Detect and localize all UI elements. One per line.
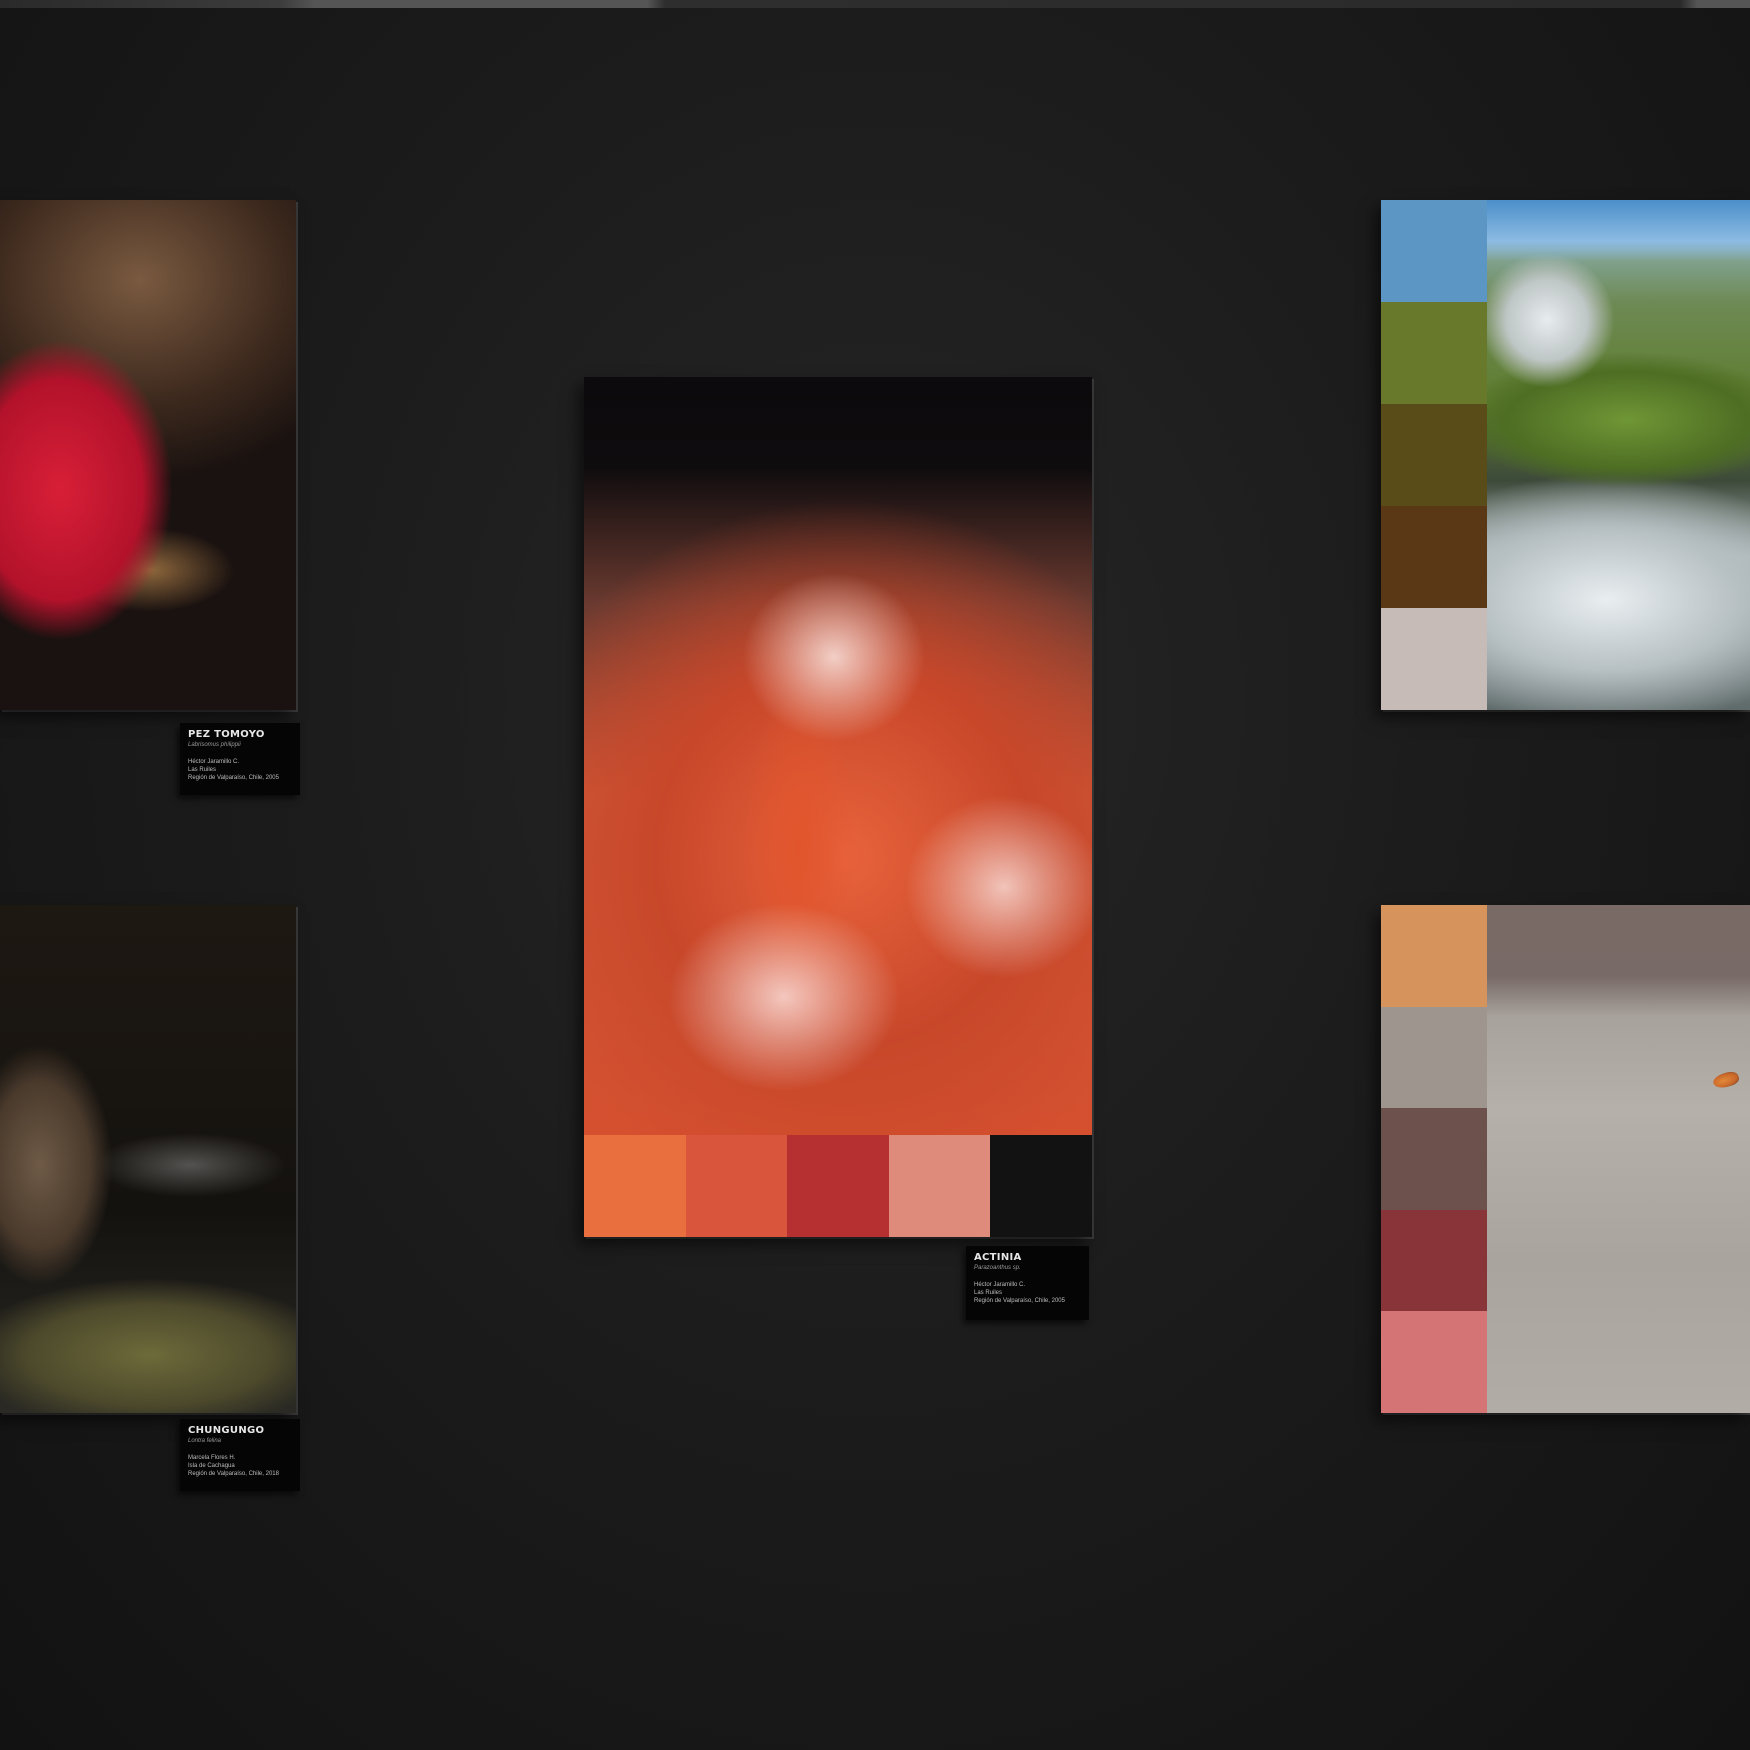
palette-swatch bbox=[1381, 905, 1487, 1007]
label-line: Marcela Flores H. bbox=[188, 1455, 236, 1461]
palette-swatch bbox=[787, 1135, 889, 1237]
photo-flamingo bbox=[1487, 905, 1750, 1413]
artwork-chungungo bbox=[0, 905, 296, 1413]
label-chungungo: CHUNGUNGO Lontra felina Marcela Flores H… bbox=[180, 1419, 300, 1491]
label-actinia: ACTINIA Parazoanthus sp. Héctor Jaramill… bbox=[966, 1246, 1089, 1320]
flamingo-bird bbox=[1711, 1069, 1741, 1091]
label-pez-tomoyo: PEZ TOMOYO Labrisomus philippii Héctor J… bbox=[180, 723, 300, 795]
palette-swatch bbox=[1381, 506, 1487, 608]
artwork-actinia bbox=[584, 377, 1092, 1237]
palette-swatch bbox=[584, 1135, 686, 1237]
label-scientific-name: Lontra felina bbox=[188, 1438, 222, 1444]
label-title: PEZ TOMOYO bbox=[188, 729, 265, 740]
label-scientific-name: Parazoanthus sp. bbox=[974, 1265, 1021, 1271]
palette-swatch bbox=[685, 1135, 788, 1237]
label-line: Región de Valparaíso, Chile, 2005 bbox=[188, 775, 279, 781]
palette-swatch bbox=[1381, 404, 1487, 506]
ceiling-strip bbox=[0, 0, 1750, 8]
label-scientific-name: Labrisomus philippii bbox=[188, 742, 241, 748]
label-line: Región de Valparaíso, Chile, 2005 bbox=[974, 1298, 1065, 1304]
palette-swatch bbox=[1381, 1108, 1487, 1210]
photo-otter bbox=[0, 905, 296, 1413]
label-title: CHUNGUNGO bbox=[188, 1425, 265, 1436]
label-line: Las Ruiles bbox=[974, 1290, 1003, 1296]
label-line: Héctor Jaramillo C. bbox=[974, 1282, 1026, 1288]
palette-swatch bbox=[1381, 608, 1487, 710]
artwork-waterfall bbox=[1381, 200, 1750, 710]
palette-swatch bbox=[1381, 1209, 1487, 1312]
photo-red-fish bbox=[0, 200, 296, 710]
label-line: Héctor Jaramillo C. bbox=[188, 759, 240, 765]
label-title: ACTINIA bbox=[974, 1252, 1022, 1263]
label-line: Las Ruiles bbox=[188, 767, 217, 773]
photo-anemone bbox=[584, 377, 1092, 1135]
palette-swatch bbox=[990, 1135, 1092, 1237]
palette-swatch bbox=[1381, 302, 1487, 404]
palette-swatch bbox=[888, 1135, 991, 1237]
artwork-flamingo bbox=[1381, 905, 1750, 1413]
palette-swatch bbox=[1381, 200, 1487, 302]
photo-waterfall bbox=[1487, 200, 1750, 710]
palette-swatch bbox=[1381, 1311, 1487, 1413]
label-line: Región de Valparaíso, Chile, 2018 bbox=[188, 1471, 279, 1477]
palette-swatch bbox=[1381, 1006, 1487, 1109]
label-line: Isla de Cachagua bbox=[188, 1463, 235, 1469]
artwork-pez-tomoyo bbox=[0, 200, 296, 710]
